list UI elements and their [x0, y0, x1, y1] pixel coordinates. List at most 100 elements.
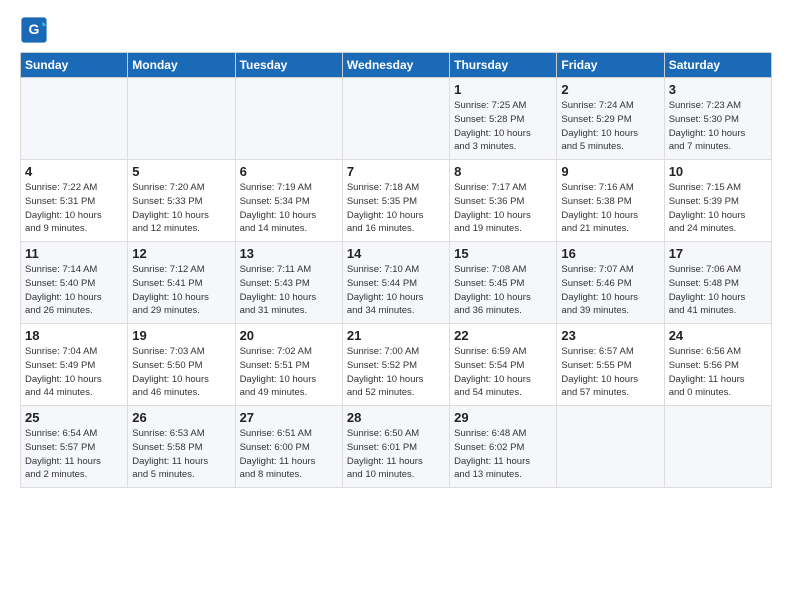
day-info: Sunrise: 7:11 AMSunset: 5:43 PMDaylight:… — [240, 263, 338, 318]
week-row-2: 4 Sunrise: 7:22 AMSunset: 5:31 PMDaylight… — [21, 160, 772, 242]
header-row: SundayMondayTuesdayWednesdayThursdayFrid… — [21, 53, 772, 78]
calendar-cell: 14Sunrise: 7:10 AMSunset: 5:44 PMDayligh… — [342, 242, 449, 324]
page-header: G — [20, 16, 772, 44]
day-number: 2 — [561, 82, 659, 97]
calendar-cell: 20 Sunrise: 7:02 AMSunset: 5:51 PMDayligh… — [235, 324, 342, 406]
day-info: Sunrise: 7:25 AMSunset: 5:28 PMDaylight:… — [454, 99, 552, 154]
day-info: Sunrise: 6:53 AMSunset: 5:58 PMDaylight:… — [132, 427, 230, 482]
day-number: 23 — [561, 328, 659, 343]
day-info: Sunrise: 7:20 AMSunset: 5:33 PMDaylight:… — [132, 181, 230, 236]
day-info: Sunrise: 7:04 AMSunset: 5:49 PMDaylight:… — [25, 345, 123, 400]
day-number: 10 — [669, 164, 767, 179]
calendar-cell: 12Sunrise: 7:12 AMSunset: 5:41 PMDayligh… — [128, 242, 235, 324]
logo: G — [20, 16, 52, 44]
day-number: 25 — [25, 410, 123, 425]
day-number: 14 — [347, 246, 445, 261]
calendar-cell: 1 Sunrise: 7:25 AMSunset: 5:28 PMDaylight… — [450, 78, 557, 160]
calendar-cell: 6 Sunrise: 7:19 AMSunset: 5:34 PMDaylight… — [235, 160, 342, 242]
calendar-cell — [342, 78, 449, 160]
calendar-cell — [664, 406, 771, 488]
calendar-cell: 23 Sunrise: 6:57 AMSunset: 5:55 PMDayligh… — [557, 324, 664, 406]
calendar-header: SundayMondayTuesdayWednesdayThursdayFrid… — [21, 53, 772, 78]
day-number: 29 — [454, 410, 552, 425]
day-number: 6 — [240, 164, 338, 179]
header-day-wednesday: Wednesday — [342, 53, 449, 78]
day-info: Sunrise: 6:54 AMSunset: 5:57 PMDaylight:… — [25, 427, 123, 482]
day-info: Sunrise: 7:22 AMSunset: 5:31 PMDaylight:… — [25, 181, 123, 236]
calendar-cell: 21 Sunrise: 7:00 AMSunset: 5:52 PMDayligh… — [342, 324, 449, 406]
day-number: 1 — [454, 82, 552, 97]
calendar-cell: 16 Sunrise: 7:07 AMSunset: 5:46 PMDayligh… — [557, 242, 664, 324]
day-info: Sunrise: 7:03 AMSunset: 5:50 PMDaylight:… — [132, 345, 230, 400]
svg-text:G: G — [29, 21, 40, 37]
calendar-cell: 3Sunrise: 7:23 AMSunset: 5:30 PMDaylight… — [664, 78, 771, 160]
day-number: 17 — [669, 246, 767, 261]
header-day-monday: Monday — [128, 53, 235, 78]
calendar-cell: 24 Sunrise: 6:56 AMSunset: 5:56 PMDayligh… — [664, 324, 771, 406]
day-number: 5 — [132, 164, 230, 179]
calendar-cell: 5 Sunrise: 7:20 AMSunset: 5:33 PMDaylight… — [128, 160, 235, 242]
calendar-cell: 13 Sunrise: 7:11 AMSunset: 5:43 PMDayligh… — [235, 242, 342, 324]
day-number: 4 — [25, 164, 123, 179]
calendar-table: SundayMondayTuesdayWednesdayThursdayFrid… — [20, 52, 772, 488]
calendar-cell: 25 Sunrise: 6:54 AMSunset: 5:57 PMDayligh… — [21, 406, 128, 488]
calendar-cell: 10 Sunrise: 7:15 AMSunset: 5:39 PMDayligh… — [664, 160, 771, 242]
calendar-body: 1 Sunrise: 7:25 AMSunset: 5:28 PMDaylight… — [21, 78, 772, 488]
day-info: Sunrise: 7:24 AMSunset: 5:29 PMDaylight:… — [561, 99, 659, 154]
day-info: Sunrise: 7:15 AMSunset: 5:39 PMDaylight:… — [669, 181, 767, 236]
day-info: Sunrise: 7:00 AMSunset: 5:52 PMDaylight:… — [347, 345, 445, 400]
day-number: 21 — [347, 328, 445, 343]
day-info: Sunrise: 6:50 AMSunset: 6:01 PMDaylight:… — [347, 427, 445, 482]
calendar-cell: 4 Sunrise: 7:22 AMSunset: 5:31 PMDaylight… — [21, 160, 128, 242]
calendar-cell — [557, 406, 664, 488]
day-number: 28 — [347, 410, 445, 425]
calendar-cell: 15 Sunrise: 7:08 AMSunset: 5:45 PMDayligh… — [450, 242, 557, 324]
calendar-cell: 22Sunrise: 6:59 AMSunset: 5:54 PMDayligh… — [450, 324, 557, 406]
header-day-tuesday: Tuesday — [235, 53, 342, 78]
day-number: 24 — [669, 328, 767, 343]
header-day-thursday: Thursday — [450, 53, 557, 78]
calendar-cell: 7 Sunrise: 7:18 AMSunset: 5:35 PMDaylight… — [342, 160, 449, 242]
header-day-friday: Friday — [557, 53, 664, 78]
calendar-cell — [21, 78, 128, 160]
day-info: Sunrise: 7:07 AMSunset: 5:46 PMDaylight:… — [561, 263, 659, 318]
week-row-4: 18Sunrise: 7:04 AMSunset: 5:49 PMDayligh… — [21, 324, 772, 406]
day-number: 16 — [561, 246, 659, 261]
calendar-cell: 18Sunrise: 7:04 AMSunset: 5:49 PMDayligh… — [21, 324, 128, 406]
calendar-cell: 29 Sunrise: 6:48 AMSunset: 6:02 PMDayligh… — [450, 406, 557, 488]
day-info: Sunrise: 7:02 AMSunset: 5:51 PMDaylight:… — [240, 345, 338, 400]
day-number: 26 — [132, 410, 230, 425]
day-number: 11 — [25, 246, 123, 261]
calendar-cell: 28 Sunrise: 6:50 AMSunset: 6:01 PMDayligh… — [342, 406, 449, 488]
day-number: 9 — [561, 164, 659, 179]
day-info: Sunrise: 7:14 AMSunset: 5:40 PMDaylight:… — [25, 263, 123, 318]
day-info: Sunrise: 7:16 AMSunset: 5:38 PMDaylight:… — [561, 181, 659, 236]
day-number: 13 — [240, 246, 338, 261]
calendar-cell — [128, 78, 235, 160]
calendar-cell: 2 Sunrise: 7:24 AMSunset: 5:29 PMDaylight… — [557, 78, 664, 160]
calendar-cell: 17 Sunrise: 7:06 AMSunset: 5:48 PMDayligh… — [664, 242, 771, 324]
week-row-3: 11 Sunrise: 7:14 AMSunset: 5:40 PMDayligh… — [21, 242, 772, 324]
day-info: Sunrise: 7:18 AMSunset: 5:35 PMDaylight:… — [347, 181, 445, 236]
day-info: Sunrise: 6:56 AMSunset: 5:56 PMDaylight:… — [669, 345, 767, 400]
day-info: Sunrise: 6:48 AMSunset: 6:02 PMDaylight:… — [454, 427, 552, 482]
day-info: Sunrise: 7:12 AMSunset: 5:41 PMDaylight:… — [132, 263, 230, 318]
day-info: Sunrise: 6:51 AMSunset: 6:00 PMDaylight:… — [240, 427, 338, 482]
day-info: Sunrise: 7:17 AMSunset: 5:36 PMDaylight:… — [454, 181, 552, 236]
day-number: 27 — [240, 410, 338, 425]
day-info: Sunrise: 7:08 AMSunset: 5:45 PMDaylight:… — [454, 263, 552, 318]
day-info: Sunrise: 7:23 AMSunset: 5:30 PMDaylight:… — [669, 99, 767, 154]
calendar-cell: 9 Sunrise: 7:16 AMSunset: 5:38 PMDaylight… — [557, 160, 664, 242]
week-row-1: 1 Sunrise: 7:25 AMSunset: 5:28 PMDaylight… — [21, 78, 772, 160]
day-info: Sunrise: 7:19 AMSunset: 5:34 PMDaylight:… — [240, 181, 338, 236]
logo-icon: G — [20, 16, 48, 44]
day-number: 19 — [132, 328, 230, 343]
day-number: 15 — [454, 246, 552, 261]
header-day-sunday: Sunday — [21, 53, 128, 78]
day-number: 7 — [347, 164, 445, 179]
day-number: 8 — [454, 164, 552, 179]
day-number: 20 — [240, 328, 338, 343]
day-info: Sunrise: 7:06 AMSunset: 5:48 PMDaylight:… — [669, 263, 767, 318]
calendar-cell — [235, 78, 342, 160]
day-info: Sunrise: 6:57 AMSunset: 5:55 PMDaylight:… — [561, 345, 659, 400]
